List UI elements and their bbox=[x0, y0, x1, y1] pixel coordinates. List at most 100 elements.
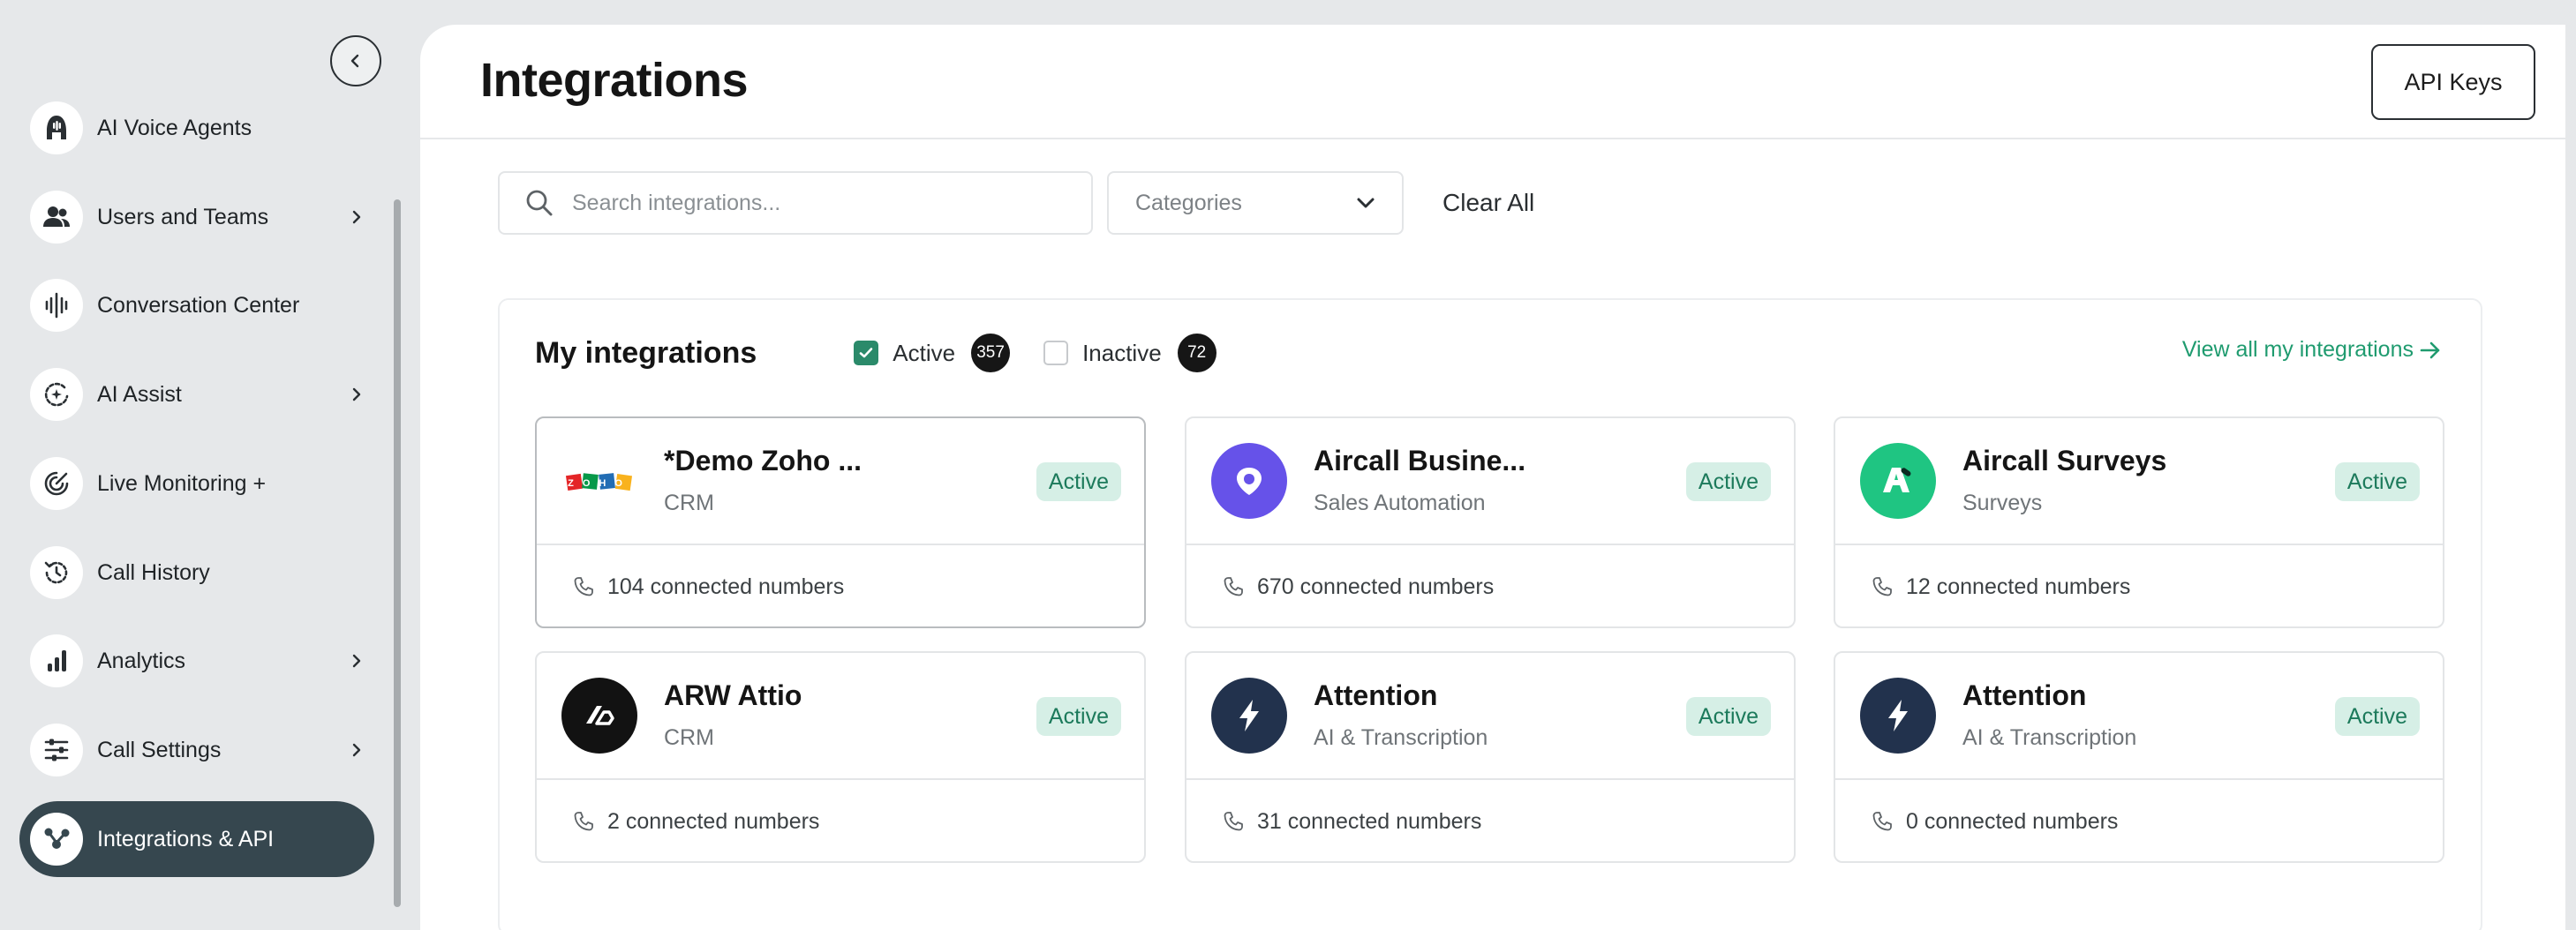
connected-numbers: 104 connected numbers bbox=[607, 574, 845, 599]
sidebar: AI Voice Agents Users and Teams Conversa… bbox=[0, 0, 415, 930]
view-all-integrations-link[interactable]: View all my integrations bbox=[2182, 337, 2442, 363]
main-panel: Integrations API Keys Categories Clear A… bbox=[420, 25, 2565, 930]
status-badge: Active bbox=[2334, 697, 2420, 736]
card-footer: 104 connected numbers bbox=[537, 545, 1144, 628]
card-header: Attention AI & Transcription Active bbox=[1835, 653, 2443, 780]
card-footer: 2 connected numbers bbox=[537, 780, 1144, 863]
integration-category: CRM bbox=[664, 725, 714, 750]
sidebar-item-ai-voice-agents[interactable]: AI Voice Agents bbox=[19, 90, 374, 166]
integration-card[interactable]: Attention AI & Transcription Active 0 co… bbox=[1834, 651, 2444, 863]
sidebar-item-label: AI Assist bbox=[97, 381, 182, 407]
sidebar-item-label: Call Settings bbox=[97, 737, 222, 762]
inactive-count-badge: 72 bbox=[1177, 334, 1216, 372]
integration-card[interactable]: Aircall Surveys Surveys Active 12 connec… bbox=[1834, 416, 2444, 628]
integration-category: AI & Transcription bbox=[1314, 725, 1488, 750]
view-all-label: View all my integrations bbox=[2181, 337, 2414, 362]
card-footer: 670 connected numbers bbox=[1186, 545, 1794, 628]
sidebar-item-call-history[interactable]: Call History bbox=[19, 535, 374, 611]
card-header: ARW Attio CRM Active bbox=[537, 653, 1144, 780]
sidebar-item-analytics[interactable]: Analytics bbox=[19, 623, 374, 699]
active-checkbox[interactable] bbox=[854, 341, 879, 365]
sidebar-item-label: Conversation Center bbox=[97, 292, 300, 318]
active-label: Active bbox=[893, 339, 956, 366]
sidebar-item-call-settings[interactable]: Call Settings bbox=[19, 712, 374, 788]
status-badge: Active bbox=[1685, 462, 1771, 501]
connected-numbers: 670 connected numbers bbox=[1257, 574, 1495, 599]
search-icon bbox=[526, 190, 553, 216]
integration-name: *Demo Zoho ... bbox=[664, 445, 862, 476]
categories-dropdown[interactable]: Categories bbox=[1107, 171, 1404, 235]
chevron-right-icon bbox=[339, 209, 374, 225]
sidebar-item-integrations-and-api[interactable]: Integrations & API bbox=[19, 801, 374, 877]
search-box[interactable] bbox=[498, 171, 1093, 235]
card-footer: 31 connected numbers bbox=[1186, 780, 1794, 863]
card-header: Attention AI & Transcription Active bbox=[1186, 653, 1794, 780]
phone-icon bbox=[1872, 577, 1892, 596]
users-icon bbox=[30, 191, 83, 244]
inactive-label: Inactive bbox=[1082, 339, 1162, 366]
connected-numbers: 31 connected numbers bbox=[1257, 808, 1482, 834]
integration-category: Sales Automation bbox=[1314, 491, 1486, 515]
integration-card[interactable]: ZOHO *Demo Zoho ... CRM Active 104 conne… bbox=[535, 416, 1146, 628]
phone-icon bbox=[574, 812, 593, 831]
integration-category: AI & Transcription bbox=[1962, 725, 2137, 750]
search-input[interactable] bbox=[572, 190, 1066, 216]
sidebar-item-users-and-teams[interactable]: Users and Teams bbox=[19, 179, 374, 255]
attio-logo bbox=[561, 678, 637, 754]
card-header: Aircall Busine... Sales Automation Activ… bbox=[1186, 418, 1794, 545]
page-header: Integrations API Keys bbox=[420, 25, 2565, 139]
status-badge: Active bbox=[1036, 697, 1121, 736]
active-count-badge: 357 bbox=[971, 334, 1011, 372]
sidebar-item-conversation-center[interactable]: Conversation Center bbox=[19, 267, 374, 343]
chevron-right-icon bbox=[339, 742, 374, 758]
integration-name: Attention bbox=[1962, 679, 2087, 711]
active-filter[interactable]: Active 357 bbox=[854, 334, 1011, 372]
integration-category: CRM bbox=[664, 491, 714, 515]
inactive-filter[interactable]: Inactive 72 bbox=[1043, 334, 1216, 372]
my-integrations-header: My integrations Active 357 Inactive 72 bbox=[535, 334, 1216, 372]
sidebar-item-live-monitoring[interactable]: Live Monitoring + bbox=[19, 446, 374, 521]
aircall-surveys-logo bbox=[1860, 443, 1936, 519]
integration-card[interactable]: ARW Attio CRM Active 2 connected numbers bbox=[535, 651, 1146, 863]
connected-numbers: 0 connected numbers bbox=[1906, 808, 2119, 834]
sidebar-item-ai-assist[interactable]: AI Assist bbox=[19, 356, 374, 432]
card-header: ZOHO *Demo Zoho ... CRM Active bbox=[537, 418, 1144, 545]
sidebar-item-label: Users and Teams bbox=[97, 204, 269, 229]
sidebar-item-label: Integrations & API bbox=[97, 826, 275, 851]
voice-agent-icon bbox=[30, 101, 83, 154]
connected-numbers: 2 connected numbers bbox=[607, 808, 820, 834]
filter-bar: Categories Clear All bbox=[498, 171, 1534, 235]
integration-name: Attention bbox=[1314, 679, 1438, 711]
integration-name: Aircall Surveys bbox=[1962, 445, 2167, 476]
zoho-logo-text: ZOHO bbox=[568, 478, 631, 489]
attention-logo bbox=[1211, 678, 1287, 754]
waveform-icon bbox=[30, 279, 83, 332]
chevron-right-icon bbox=[339, 386, 374, 402]
integration-card[interactable]: Aircall Busine... Sales Automation Activ… bbox=[1185, 416, 1796, 628]
card-header: Aircall Surveys Surveys Active bbox=[1835, 418, 2443, 545]
sidebar-scrollbar[interactable] bbox=[394, 199, 401, 907]
arrow-right-icon bbox=[2420, 341, 2440, 358]
api-keys-button[interactable]: API Keys bbox=[2371, 44, 2535, 120]
phone-icon bbox=[1224, 812, 1243, 831]
my-integrations-panel: My integrations Active 357 Inactive 72 V… bbox=[498, 298, 2482, 930]
integration-card[interactable]: Attention AI & Transcription Active 31 c… bbox=[1185, 651, 1796, 863]
phone-icon bbox=[1224, 577, 1243, 596]
my-integrations-title: My integrations bbox=[535, 335, 757, 370]
history-icon bbox=[30, 546, 83, 599]
card-footer: 12 connected numbers bbox=[1835, 545, 2443, 628]
status-badge: Active bbox=[2334, 462, 2420, 501]
chevron-down-icon bbox=[1357, 198, 1375, 208]
clear-all-button[interactable]: Clear All bbox=[1442, 189, 1534, 217]
inactive-checkbox[interactable] bbox=[1043, 341, 1069, 365]
collapse-sidebar-button[interactable] bbox=[330, 35, 381, 86]
phone-icon bbox=[574, 577, 593, 596]
status-badge: Active bbox=[1685, 697, 1771, 736]
phone-icon bbox=[1872, 812, 1892, 831]
chevron-left-icon bbox=[350, 54, 359, 68]
integrations-icon bbox=[30, 813, 83, 866]
attention-logo bbox=[1860, 678, 1936, 754]
sliders-icon bbox=[30, 724, 83, 776]
ai-assist-icon bbox=[30, 368, 83, 421]
sidebar-item-label: Analytics bbox=[97, 648, 186, 673]
